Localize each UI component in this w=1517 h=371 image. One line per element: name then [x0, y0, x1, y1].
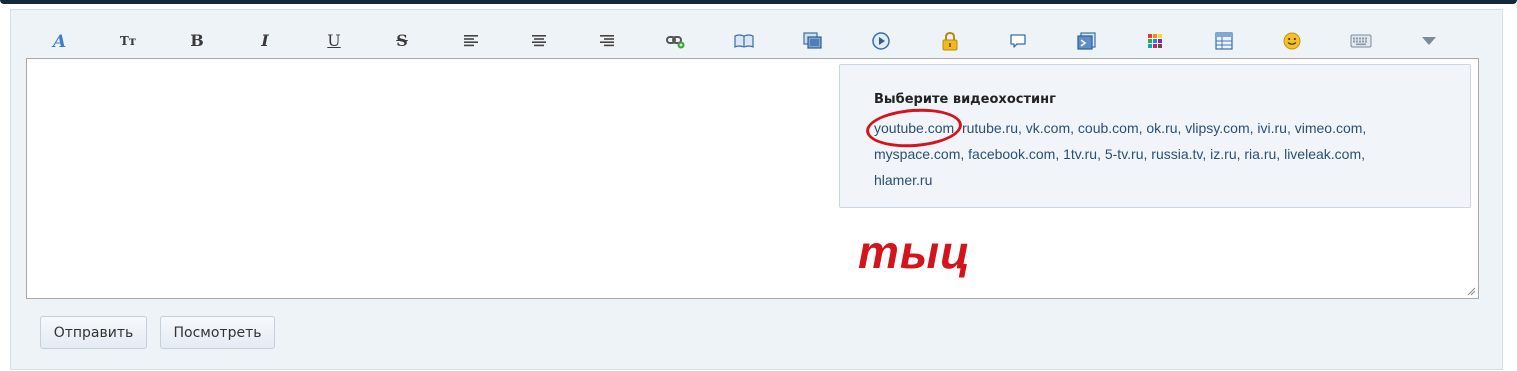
strike-label: S — [396, 31, 408, 50]
video-host-popup: Выберите видеохостинг youtube.com, rutub… — [839, 64, 1471, 208]
video-host-link[interactable]: vk.com — [1026, 120, 1070, 136]
host-separator: , — [1055, 146, 1064, 162]
smiley-icon[interactable] — [1270, 25, 1314, 57]
host-separator: , — [1276, 146, 1285, 162]
align-left-icon[interactable] — [449, 25, 493, 57]
popup-title: Выберите видеохостинг — [874, 92, 1056, 107]
font-size-label: Tт — [119, 34, 137, 48]
host-separator: , — [1018, 120, 1026, 136]
bold-label: B — [190, 31, 204, 50]
host-separator: , — [1286, 120, 1295, 136]
video-host-link[interactable]: 5-tv.ru — [1105, 146, 1144, 162]
align-center-icon[interactable] — [517, 25, 561, 57]
book-icon[interactable] — [722, 25, 766, 57]
submit-button[interactable]: Отправить — [40, 316, 147, 349]
more-dropdown-icon[interactable] — [1407, 25, 1451, 57]
strikethrough-icon[interactable]: S — [380, 25, 424, 57]
svg-text:A: A — [51, 32, 66, 50]
speech-bubble-icon[interactable] — [996, 25, 1040, 57]
font-size-icon[interactable]: Tт — [106, 25, 150, 57]
resize-grip-icon[interactable] — [1466, 286, 1476, 296]
font-color-icon[interactable]: A — [38, 25, 82, 57]
host-separator: , — [1070, 120, 1078, 136]
video-host-link[interactable]: hlamer.ru — [874, 172, 932, 188]
video-host-link[interactable]: liveleak.com — [1284, 146, 1361, 162]
host-separator: , — [954, 120, 962, 136]
video-host-list: youtube.com, rutube.ru, vk.com, coub.com… — [874, 115, 1414, 193]
video-host-link[interactable]: russia.tv — [1151, 146, 1202, 162]
video-host-link[interactable]: 1tv.ru — [1063, 146, 1097, 162]
video-host-link[interactable]: rutube.ru — [962, 120, 1018, 136]
host-separator: , — [1361, 146, 1365, 162]
link-icon[interactable] — [654, 25, 698, 57]
lock-icon[interactable] — [928, 25, 972, 57]
align-right-icon[interactable] — [585, 25, 629, 57]
host-separator: , — [960, 146, 969, 162]
video-host-link[interactable]: iz.ru — [1210, 146, 1236, 162]
italic-label: I — [261, 31, 269, 50]
video-host-link[interactable]: ok.ru — [1146, 120, 1177, 136]
color-palette-icon[interactable] — [1133, 25, 1177, 57]
video-host-link[interactable]: facebook.com — [968, 146, 1055, 162]
table-icon[interactable] — [1202, 25, 1246, 57]
video-host-link[interactable]: vlipsy.com — [1185, 120, 1249, 136]
bold-icon[interactable]: B — [175, 25, 219, 57]
keyboard-icon[interactable] — [1339, 25, 1383, 57]
video-host-link[interactable]: coub.com — [1078, 120, 1139, 136]
host-separator: , — [1202, 146, 1211, 162]
host-separator: , — [1362, 120, 1367, 136]
top-strip — [0, 0, 1517, 4]
preview-button[interactable]: Посмотреть — [160, 316, 275, 349]
video-host-link[interactable]: ivi.ru — [1257, 120, 1287, 136]
italic-icon[interactable]: I — [243, 25, 287, 57]
gallery-icon[interactable] — [791, 25, 835, 57]
underline-label: U — [327, 31, 341, 50]
video-host-link[interactable]: ria.ru — [1244, 146, 1276, 162]
annotation-text: тыц — [858, 226, 971, 278]
video-host-link[interactable]: youtube.com — [874, 120, 954, 136]
host-separator: , — [1097, 146, 1105, 162]
article-icon[interactable] — [1065, 25, 1109, 57]
video-host-link[interactable]: vimeo.com — [1295, 120, 1363, 136]
underline-icon[interactable]: U — [312, 25, 356, 57]
video-icon[interactable] — [859, 25, 903, 57]
video-host-link[interactable]: myspace.com — [874, 146, 960, 162]
editor-toolbar: A Tт B I U S — [38, 25, 1458, 57]
